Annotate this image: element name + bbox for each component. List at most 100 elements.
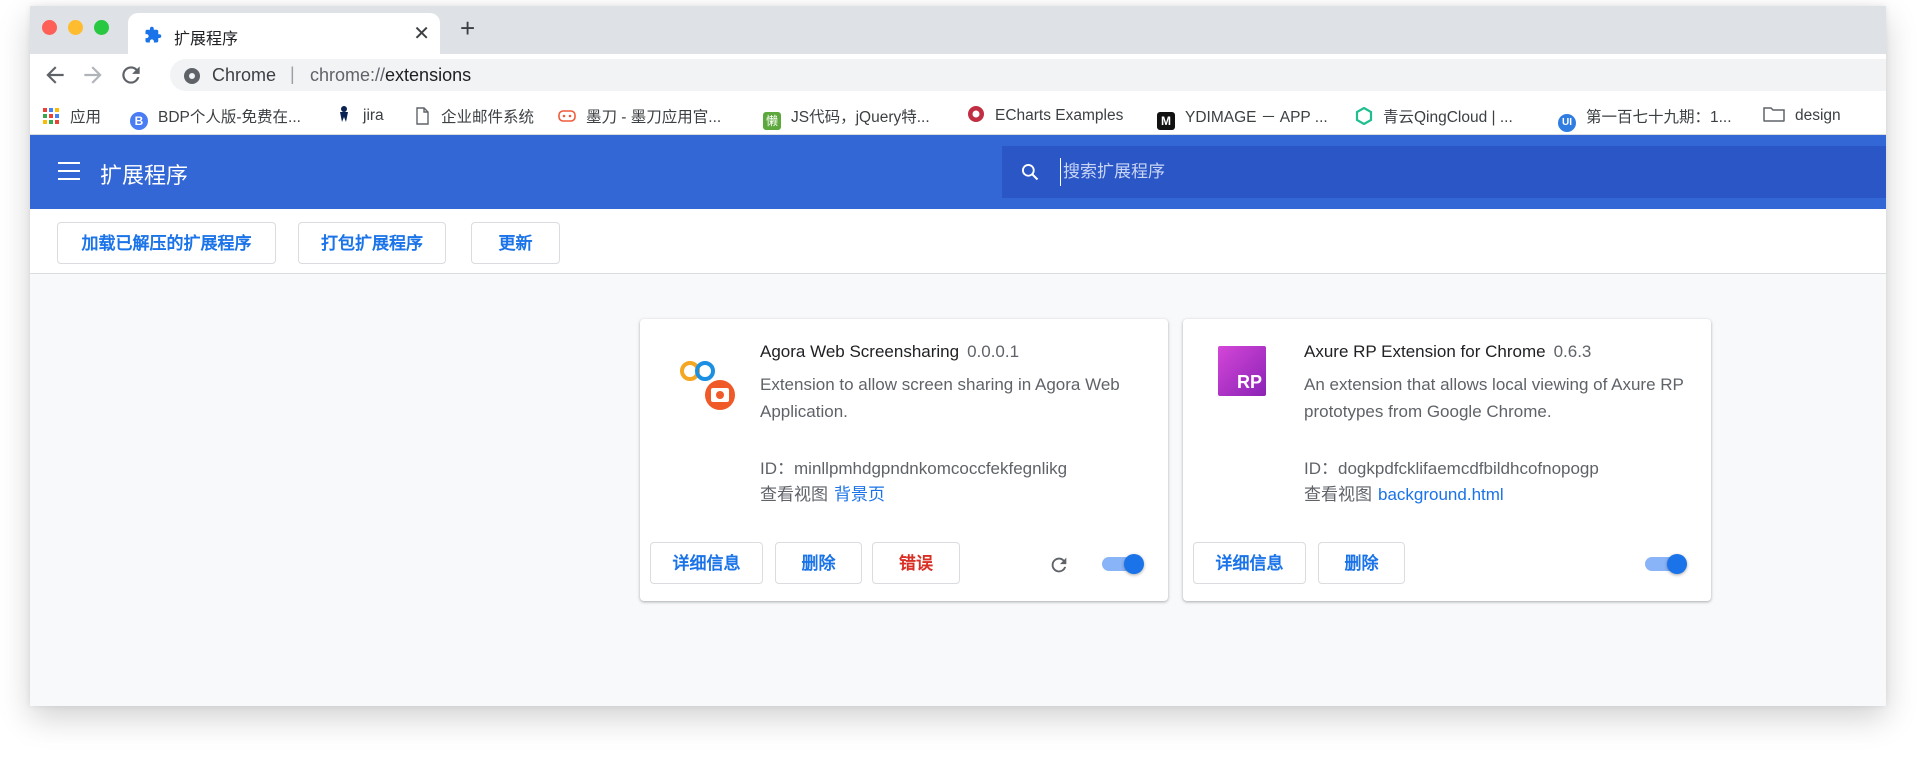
bookmark-js[interactable]: 懒 JS代码，jQuery特... [763,105,930,130]
omnibox-url: chrome://extensions [310,65,471,86]
bookmark-apps[interactable]: 应用 [42,105,101,127]
bookmark-ydimage[interactable]: M YDIMAGE － APP ... [1157,105,1328,130]
bookmark-issue[interactable]: UI 第一百七十九期：1... [1558,105,1732,132]
toolbar: Chrome | chrome://extensions [30,54,1886,96]
details-button[interactable]: 详细信息 [1193,542,1306,584]
axure-extension-icon: RP [1218,346,1266,396]
toggle-knob [1667,554,1687,574]
extension-name: Agora Web Screensharing 0.0.0.1 [760,342,1019,362]
browser-window: 扩展程序 ✕ + Chrome | chrome://extensions 应用… [30,6,1886,706]
bookmark-label: design [1795,107,1841,124]
forward-arrow-icon[interactable] [80,62,106,88]
bookmark-label: 应用 [70,109,102,126]
ydimage-icon: M [1157,112,1175,130]
url-prefix: chrome:// [310,65,386,85]
puzzle-icon [145,26,162,43]
tab-title: 扩展程序 [174,31,239,48]
bookmark-label: YDIMAGE － APP ... [1185,109,1328,126]
url-path: extensions [385,65,472,85]
back-arrow-icon[interactable] [42,62,68,88]
qingcloud-icon [1355,107,1373,125]
apps-grid-icon [43,108,59,124]
ui-icon: UI [1558,114,1576,132]
extension-version: 0.6.3 [1553,342,1592,361]
document-icon [416,107,429,125]
extension-id: ID：dogkpdfcklifaemcdfbildhcofnopogp [1304,454,1599,479]
load-unpacked-button[interactable]: 加载已解压的扩展程序 [57,222,276,264]
maximize-window-button[interactable] [94,20,109,35]
axure-icon-text: RP [1236,372,1262,392]
bookmark-label: JS代码，jQuery特... [791,109,930,126]
close-tab-icon[interactable]: ✕ [413,21,430,46]
extension-card-agora: Agora Web Screensharing 0.0.0.1 Extension… [640,319,1168,601]
bookmark-label: 企业邮件系统 [441,109,535,126]
update-button[interactable]: 更新 [471,222,560,264]
bookmark-mail[interactable]: 企业邮件系统 [413,105,534,127]
bookmark-modao[interactable]: 墨刀 - 墨刀应用官... [558,105,721,127]
id-value: minllpmhdgpndnkomcoccfekfegnlikg [794,459,1068,478]
tab-strip: 扩展程序 ✕ + [30,6,1886,54]
toggle-knob [1124,554,1144,574]
extension-name: Axure RP Extension for Chrome 0.6.3 [1304,342,1591,362]
extension-views: 查看视图 background.html [1304,480,1504,505]
page-title: 扩展程序 [100,163,189,188]
search-icon [1021,164,1039,181]
search-input[interactable] [1060,158,1763,186]
minimize-window-button[interactable] [68,20,83,35]
extensions-header: 扩展程序 [30,135,1886,209]
extension-card-axure: RP Axure RP Extension for Chrome 0.6.3 An… [1183,319,1711,601]
search-box [1002,146,1886,198]
extension-version: 0.0.0.1 [967,342,1020,361]
hamburger-menu-icon[interactable] [58,162,80,180]
pack-extension-button[interactable]: 打包扩展程序 [298,222,446,264]
remove-button[interactable]: 删除 [775,542,862,584]
close-window-button[interactable] [42,20,57,35]
background-page-link[interactable]: 背景页 [834,485,885,504]
bookmark-folder-design[interactable]: design [1763,105,1841,127]
bookmark-jira[interactable]: jira [335,105,384,127]
reload-icon[interactable] [118,62,144,88]
extension-title: Axure RP Extension for Chrome [1304,342,1546,361]
omnibox-site: Chrome [212,65,277,85]
bookmark-qingcloud[interactable]: 青云QingCloud | ... [1355,105,1513,127]
extension-views: 查看视图 背景页 [760,480,885,505]
enable-toggle[interactable] [1102,554,1144,574]
id-value: dogkpdfcklifaemcdfbildhcofnopogp [1338,459,1599,478]
enable-toggle[interactable] [1645,554,1687,574]
agora-extension-icon [680,361,735,410]
details-button[interactable]: 详细信息 [650,542,763,584]
extension-title: Agora Web Screensharing [760,342,960,361]
id-label: ID： [760,459,794,478]
tab-extensions[interactable]: 扩展程序 ✕ [128,13,440,54]
id-label: ID： [1304,459,1338,478]
remove-button[interactable]: 删除 [1318,542,1405,584]
bdp-icon: B [130,112,148,130]
bookmark-label: ECharts Examples [995,107,1124,124]
modao-icon [558,110,576,122]
bookmarks-bar: 应用 B BDP个人版-免费在... jira 企业邮件系统 墨刀 - 墨刀应用官… [30,96,1886,135]
bookmark-echarts[interactable]: ECharts Examples [967,105,1123,127]
views-label: 查看视图 [760,485,828,504]
jira-icon [340,106,348,122]
bookmark-label: BDP个人版-免费在... [158,109,301,126]
errors-button[interactable]: 错误 [872,542,960,584]
extension-id: ID：minllpmhdgpndnkomcoccfekfegnlikg [760,454,1067,479]
bookmark-label: 墨刀 - 墨刀应用官... [586,109,722,126]
folder-icon [1763,107,1785,122]
bookmark-label: 青云QingCloud | ... [1383,109,1513,126]
lan-icon: 懒 [763,112,781,130]
bookmark-bdp[interactable]: B BDP个人版-免费在... [130,105,301,130]
chrome-page-icon [184,68,200,84]
background-page-link[interactable]: background.html [1378,485,1504,504]
omnibox-separator: | [290,64,295,84]
views-label: 查看视图 [1304,485,1372,504]
developer-action-bar: 加载已解压的扩展程序 打包扩展程序 更新 [30,209,1886,274]
extension-description: Extension to allow screen sharing in Ago… [760,375,1120,421]
new-tab-button[interactable]: + [460,15,475,41]
echarts-icon [968,106,984,122]
bookmark-label: jira [363,107,384,124]
bookmark-label: 第一百七十九期：1... [1586,109,1732,126]
reload-extension-icon[interactable] [1048,554,1070,576]
extension-description: An extension that allows local viewing o… [1304,375,1684,421]
address-bar[interactable]: Chrome | chrome://extensions [170,59,1886,91]
